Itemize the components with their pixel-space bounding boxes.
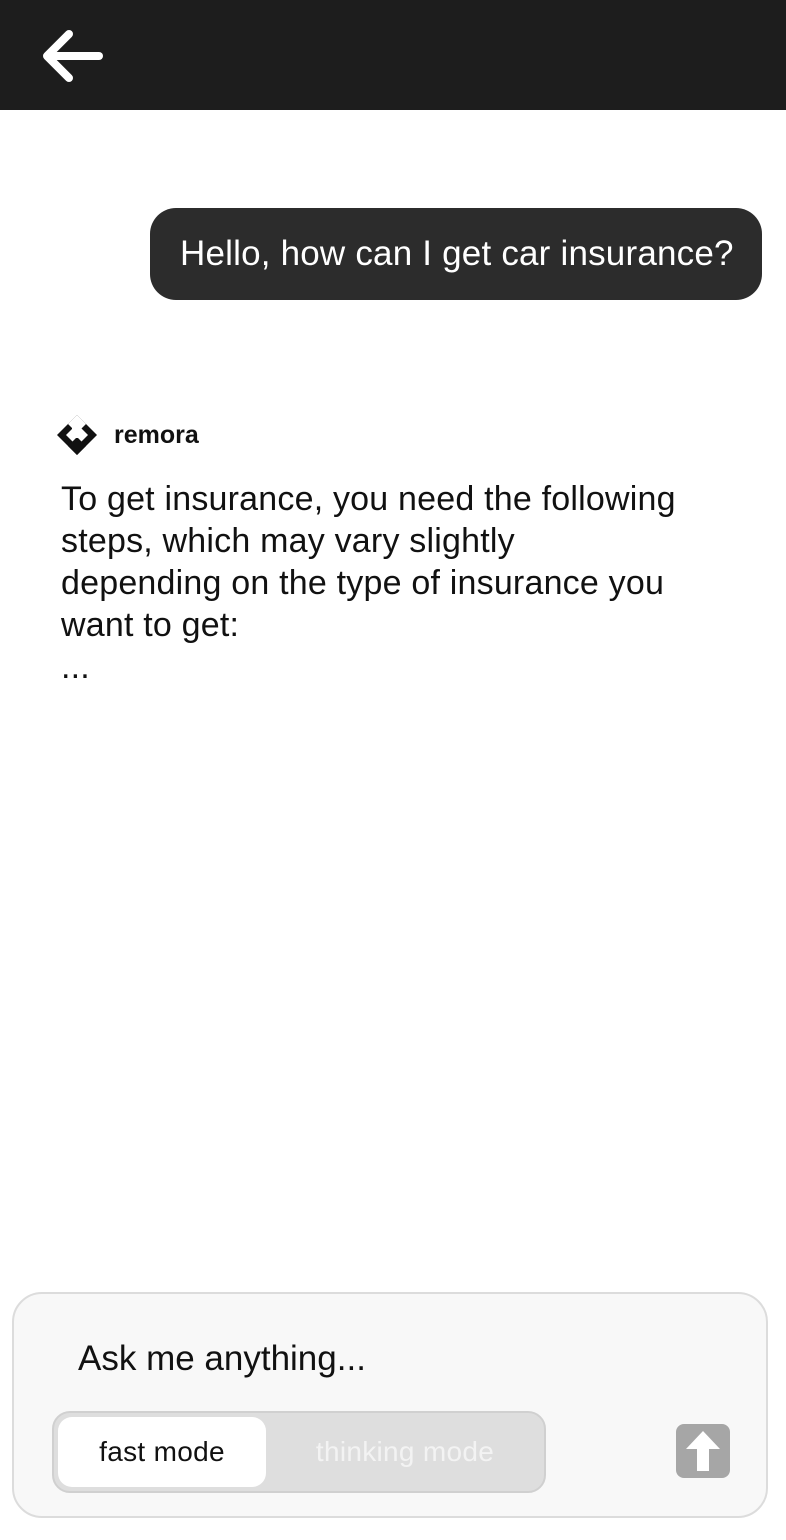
user-message-bubble: Hello, how can I get car insurance?	[150, 208, 762, 300]
thinking-mode-toggle[interactable]: thinking mode	[270, 1417, 540, 1487]
fast-mode-toggle[interactable]: fast mode	[58, 1417, 266, 1487]
assistant-message: To get insurance, you need the following…	[61, 478, 741, 688]
message-input[interactable]	[78, 1334, 678, 1384]
assistant-header: remora	[56, 413, 199, 457]
assistant-name: remora	[114, 420, 199, 449]
assistant-message-line: depending on the type of insurance you	[61, 564, 665, 602]
mode-switch: fast mode thinking mode	[52, 1411, 546, 1493]
top-bar	[0, 0, 786, 110]
assistant-message-line: want to get:	[61, 606, 240, 644]
arrow-left-icon	[43, 30, 103, 82]
arrow-up-icon	[686, 1431, 720, 1471]
back-button[interactable]	[36, 24, 108, 88]
assistant-message-line: To get insurance, you need the following	[61, 480, 676, 518]
assistant-message-line: steps, which may vary slightly	[61, 522, 515, 560]
user-message-text: Hello, how can I get car insurance?	[180, 234, 734, 273]
remora-logo-icon	[57, 415, 97, 455]
send-button[interactable]	[676, 1424, 730, 1478]
message-composer: fast mode thinking mode	[12, 1292, 768, 1518]
assistant-message-ellipsis: ...	[61, 648, 90, 686]
